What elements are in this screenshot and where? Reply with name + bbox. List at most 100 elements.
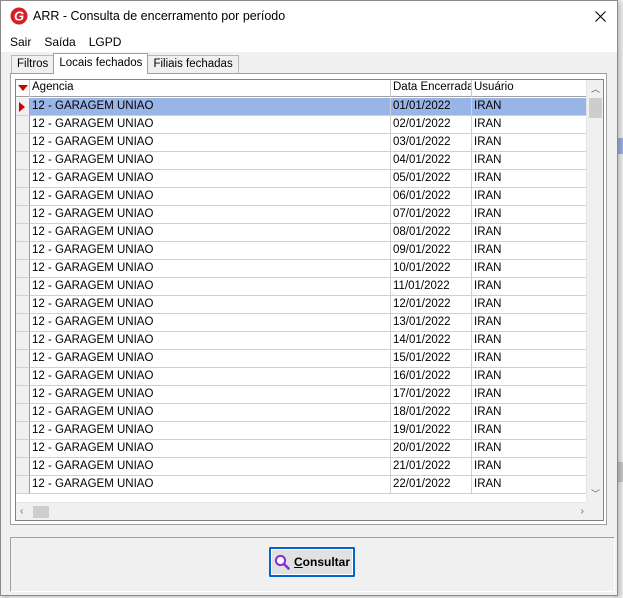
- cell-usuario: IRAN: [472, 314, 588, 332]
- table-row[interactable]: 12 - GARAGEM UNIAO 11/01/2022 IRAN: [16, 278, 588, 296]
- cell-usuario: IRAN: [472, 170, 588, 188]
- title-bar: G ARR - Consulta de encerramento por per…: [1, 1, 617, 31]
- menu-saida[interactable]: Saída: [44, 35, 75, 49]
- consultar-label: Consultar: [293, 555, 350, 569]
- cell-data-encerrada: 14/01/2022: [391, 332, 472, 350]
- sort-indicator[interactable]: [16, 80, 30, 97]
- row-indicator[interactable]: [16, 260, 30, 278]
- row-indicator[interactable]: [16, 458, 30, 476]
- row-indicator[interactable]: [16, 296, 30, 314]
- tab-strip: Filtros Locais fechados Filiais fechadas: [11, 53, 239, 74]
- cell-agencia: 12 - GARAGEM UNIAO: [30, 98, 391, 116]
- cell-agencia: 12 - GARAGEM UNIAO: [30, 404, 391, 422]
- menu-lgpd[interactable]: LGPD: [89, 35, 122, 49]
- cell-data-encerrada: 12/01/2022: [391, 296, 472, 314]
- row-indicator[interactable]: [16, 404, 30, 422]
- table-row[interactable]: 12 - GARAGEM UNIAO 19/01/2022 IRAN: [16, 422, 588, 440]
- table-row[interactable]: 12 - GARAGEM UNIAO 01/01/2022 IRAN: [16, 98, 588, 116]
- tab-filtros[interactable]: Filtros: [11, 55, 55, 74]
- row-indicator[interactable]: [16, 152, 30, 170]
- cell-data-encerrada: 02/01/2022: [391, 116, 472, 134]
- cell-agencia: 12 - GARAGEM UNIAO: [30, 296, 391, 314]
- table-row[interactable]: 12 - GARAGEM UNIAO 18/01/2022 IRAN: [16, 404, 588, 422]
- cell-agencia: 12 - GARAGEM UNIAO: [30, 260, 391, 278]
- cell-data-encerrada: 09/01/2022: [391, 242, 472, 260]
- cell-data-encerrada: 17/01/2022: [391, 386, 472, 404]
- row-indicator[interactable]: [16, 440, 30, 458]
- cell-agencia: 12 - GARAGEM UNIAO: [30, 170, 391, 188]
- table-row[interactable]: 12 - GARAGEM UNIAO 10/01/2022 IRAN: [16, 260, 588, 278]
- tab-panel-locais-fechados: Agencia Data Encerrada Usuário 12 - GARA…: [10, 73, 607, 525]
- table-row[interactable]: 12 - GARAGEM UNIAO 03/01/2022 IRAN: [16, 134, 588, 152]
- column-header-agencia[interactable]: Agencia: [30, 80, 391, 97]
- row-indicator[interactable]: [16, 314, 30, 332]
- row-indicator[interactable]: [16, 98, 30, 116]
- scroll-right-icon[interactable]: ›: [581, 506, 584, 517]
- cell-agencia: 12 - GARAGEM UNIAO: [30, 314, 391, 332]
- table-row[interactable]: 12 - GARAGEM UNIAO 12/01/2022 IRAN: [16, 296, 588, 314]
- table-row[interactable]: 12 - GARAGEM UNIAO 20/01/2022 IRAN: [16, 440, 588, 458]
- cell-usuario: IRAN: [472, 404, 588, 422]
- table-row[interactable]: 12 - GARAGEM UNIAO 09/01/2022 IRAN: [16, 242, 588, 260]
- table-row[interactable]: 12 - GARAGEM UNIAO 02/01/2022 IRAN: [16, 116, 588, 134]
- svg-text:G: G: [14, 9, 24, 24]
- data-grid: Agencia Data Encerrada Usuário 12 - GARA…: [15, 79, 604, 521]
- table-row[interactable]: 12 - GARAGEM UNIAO 06/01/2022 IRAN: [16, 188, 588, 206]
- row-indicator[interactable]: [16, 368, 30, 386]
- scroll-down-icon[interactable]: ﹀: [591, 487, 600, 500]
- cell-agencia: 12 - GARAGEM UNIAO: [30, 116, 391, 134]
- table-row[interactable]: 12 - GARAGEM UNIAO 08/01/2022 IRAN: [16, 224, 588, 242]
- scrollbar-corner: [586, 500, 603, 520]
- cell-data-encerrada: 11/01/2022: [391, 278, 472, 296]
- table-row[interactable]: 12 - GARAGEM UNIAO 05/01/2022 IRAN: [16, 170, 588, 188]
- horizontal-scroll-thumb[interactable]: [33, 506, 49, 518]
- table-row[interactable]: 12 - GARAGEM UNIAO 15/01/2022 IRAN: [16, 350, 588, 368]
- horizontal-scrollbar[interactable]: ‹ ›: [16, 502, 588, 520]
- row-indicator[interactable]: [16, 278, 30, 296]
- cell-usuario: IRAN: [472, 152, 588, 170]
- table-row[interactable]: 12 - GARAGEM UNIAO 16/01/2022 IRAN: [16, 368, 588, 386]
- cell-usuario: IRAN: [472, 476, 588, 494]
- row-indicator[interactable]: [16, 332, 30, 350]
- row-indicator[interactable]: [16, 242, 30, 260]
- tab-locais-fechados[interactable]: Locais fechados: [53, 53, 149, 74]
- row-indicator[interactable]: [16, 170, 30, 188]
- cell-agencia: 12 - GARAGEM UNIAO: [30, 134, 391, 152]
- row-indicator[interactable]: [16, 188, 30, 206]
- close-button[interactable]: [591, 7, 609, 25]
- menu-sair[interactable]: Sair: [10, 35, 31, 49]
- row-indicator[interactable]: [16, 422, 30, 440]
- cell-agencia: 12 - GARAGEM UNIAO: [30, 350, 391, 368]
- cell-usuario: IRAN: [472, 206, 588, 224]
- row-indicator[interactable]: [16, 224, 30, 242]
- cell-data-encerrada: 03/01/2022: [391, 134, 472, 152]
- row-indicator[interactable]: [16, 386, 30, 404]
- table-row[interactable]: 12 - GARAGEM UNIAO 13/01/2022 IRAN: [16, 314, 588, 332]
- row-indicator[interactable]: [16, 134, 30, 152]
- table-row[interactable]: 12 - GARAGEM UNIAO 21/01/2022 IRAN: [16, 458, 588, 476]
- column-header-data-encerrada[interactable]: Data Encerrada: [391, 80, 472, 97]
- cell-usuario: IRAN: [472, 260, 588, 278]
- cell-usuario: IRAN: [472, 242, 588, 260]
- vertical-scrollbar[interactable]: ︿ ﹀: [586, 80, 603, 502]
- scroll-up-icon[interactable]: ︿: [591, 82, 600, 95]
- table-row[interactable]: 12 - GARAGEM UNIAO 07/01/2022 IRAN: [16, 206, 588, 224]
- cell-data-encerrada: 07/01/2022: [391, 206, 472, 224]
- table-row[interactable]: 12 - GARAGEM UNIAO 04/01/2022 IRAN: [16, 152, 588, 170]
- row-indicator[interactable]: [16, 350, 30, 368]
- row-indicator[interactable]: [16, 476, 30, 494]
- table-row[interactable]: 12 - GARAGEM UNIAO 17/01/2022 IRAN: [16, 386, 588, 404]
- row-indicator[interactable]: [16, 206, 30, 224]
- table-row[interactable]: 12 - GARAGEM UNIAO 22/01/2022 IRAN: [16, 476, 588, 494]
- cell-agencia: 12 - GARAGEM UNIAO: [30, 278, 391, 296]
- column-header-usuario[interactable]: Usuário: [472, 80, 588, 97]
- vertical-scroll-thumb[interactable]: [589, 98, 602, 118]
- row-indicator[interactable]: [16, 116, 30, 134]
- cell-usuario: IRAN: [472, 98, 588, 116]
- consultar-button[interactable]: Consultar: [269, 547, 355, 577]
- table-row[interactable]: 12 - GARAGEM UNIAO 14/01/2022 IRAN: [16, 332, 588, 350]
- tab-filiais-fechadas[interactable]: Filiais fechadas: [147, 55, 239, 74]
- scroll-left-icon[interactable]: ‹: [20, 506, 23, 517]
- cell-usuario: IRAN: [472, 368, 588, 386]
- cell-agencia: 12 - GARAGEM UNIAO: [30, 386, 391, 404]
